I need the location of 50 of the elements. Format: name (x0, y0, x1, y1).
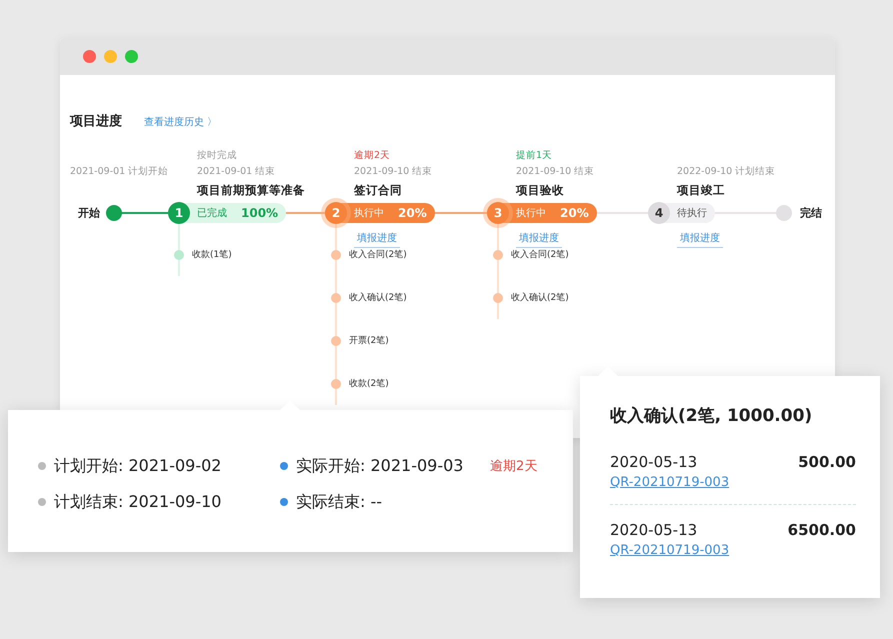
step-node: 1 (168, 202, 190, 224)
stage-note: 按时完成 (197, 149, 238, 163)
plan-date: 计划开始: 2021-09-02 (54, 456, 222, 476)
step-node: 3 (487, 202, 509, 224)
item-dot (493, 292, 503, 302)
item-label[interactable]: 收入合同(2笔) (511, 248, 569, 261)
actual-date: 实际结束: -- (296, 492, 382, 512)
popup-title: 收入确认(2笔, 1000.00) (610, 405, 814, 427)
minimize-icon[interactable] (104, 50, 117, 63)
stage-name: 项目竣工 (677, 182, 726, 199)
overdue-label: 逾期2天 (490, 458, 538, 475)
plan-dot (38, 462, 46, 470)
page-title: 项目进度 (70, 112, 122, 130)
item-dot (331, 292, 341, 302)
item-label[interactable]: 收款(1笔) (192, 248, 232, 261)
stage-date: 2021-09-10 结束 (354, 165, 434, 179)
plan-dot (38, 498, 46, 506)
start-label: 开始 (78, 206, 100, 220)
actual-date: 实际开始: 2021-09-03 (296, 456, 464, 476)
entry-amount: 500.00 (798, 453, 856, 471)
item-label[interactable]: 收入合同(2笔) (349, 248, 407, 261)
maximize-icon[interactable] (125, 50, 138, 63)
stage-note: 提前1天 (516, 149, 554, 163)
actual-dot (280, 498, 288, 506)
stage-date: 2021-09-10 结束 (516, 165, 596, 179)
item-label[interactable]: 收入确认(2笔) (511, 291, 569, 304)
stage-date: 2022-09-10 计划结束 (677, 165, 776, 179)
end-label: 完结 (800, 206, 822, 220)
item-label[interactable]: 开票(2笔) (349, 334, 389, 347)
item-dot (331, 336, 341, 346)
stage-name: 项目验收 (516, 182, 565, 199)
item-dot (331, 378, 341, 388)
stage-note: 逾期2天 (354, 149, 392, 163)
item-dot (331, 250, 341, 260)
actual-dot (280, 462, 288, 470)
entry-date: 2020-05-13 (610, 521, 698, 539)
close-icon[interactable] (83, 50, 96, 63)
stage-name: 项目前期预算等准备 (197, 182, 306, 199)
step-node: 2 (325, 202, 347, 224)
item-label[interactable]: 收款(2笔) (349, 377, 389, 390)
item-label[interactable]: 收入确认(2笔) (349, 291, 407, 304)
item-dot (174, 250, 184, 260)
entry-date: 2020-05-13 (610, 453, 698, 471)
stage-name: 签订合同 (354, 182, 403, 199)
stage-date: 2021-09-01 结束 (197, 165, 276, 179)
start-date: 2021-09-01 计划开始 (70, 165, 168, 178)
step-node: 4 (648, 202, 670, 224)
item-dot (493, 250, 503, 260)
plan-date: 计划结束: 2021-09-10 (54, 492, 222, 512)
entry-amount: 6500.00 (788, 521, 856, 539)
